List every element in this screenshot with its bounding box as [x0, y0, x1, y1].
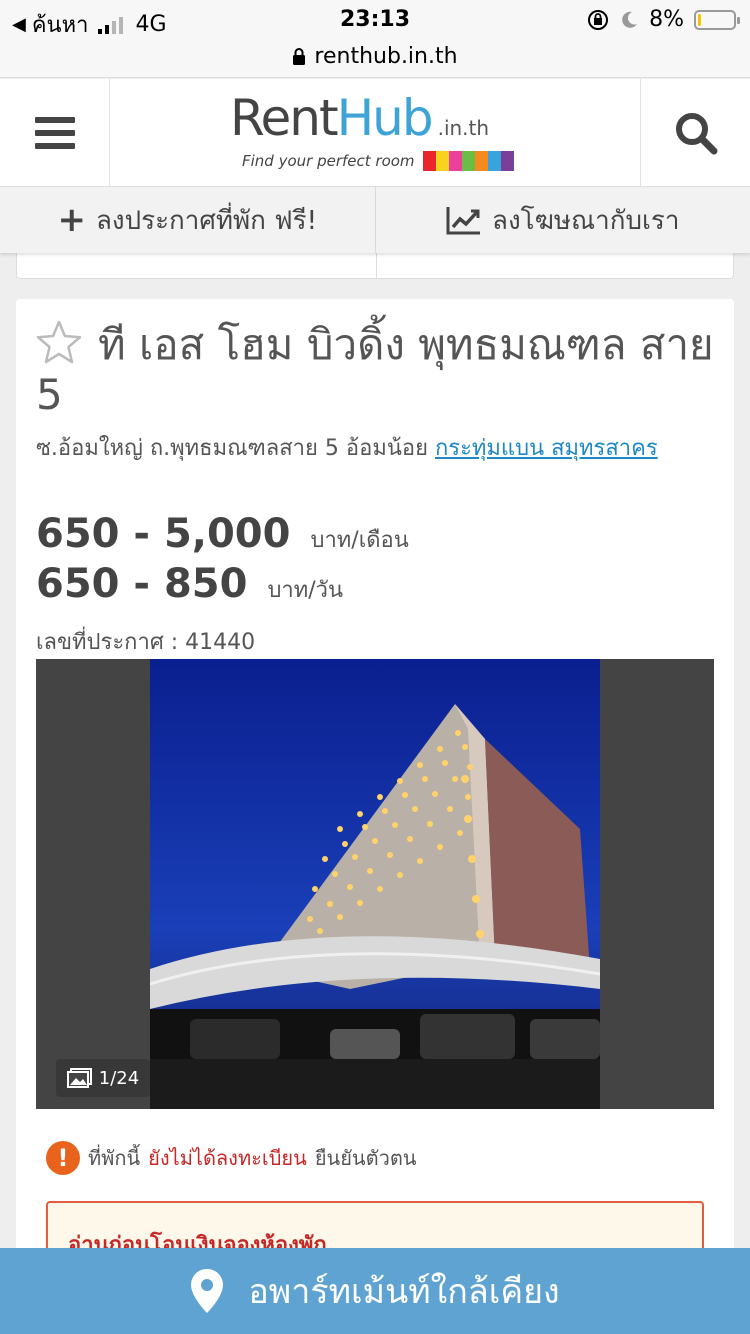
- favorite-star-icon[interactable]: [36, 319, 82, 365]
- address-text: ซ.อ้อมใหญ่ ถ.พุทธมณฑลสาย 5 อ้อมน้อย: [36, 436, 428, 461]
- photo-counter-label: 1/24: [98, 1067, 140, 1089]
- menu-button[interactable]: [0, 79, 110, 187]
- monthly-price: 650 - 5,000: [36, 511, 291, 557]
- plus-icon: +: [57, 200, 87, 240]
- verification-warning: ! ที่พักนี้ ยังไม่ได้ลงทะเบียน ยืนยันตัว…: [46, 1141, 416, 1175]
- warning-highlight: ยังไม่ได้ลงทะเบียน: [148, 1146, 307, 1170]
- search-button[interactable]: [640, 79, 750, 187]
- listing-title-row: ที เอส โฮม บิวดิ้ง พุทธมณฑล สาย 5: [36, 319, 716, 420]
- lock-icon: [293, 47, 306, 65]
- logo-color-stripes: [422, 151, 514, 171]
- hamburger-menu-icon: [34, 117, 75, 149]
- post-listing-button[interactable]: + ลงประกาศที่พัก ฟรี!: [0, 187, 375, 253]
- address-bar[interactable]: renthub.in.th: [0, 40, 750, 78]
- photo-gallery[interactable]: 1/24: [36, 659, 714, 1109]
- rotation-lock-icon: [588, 9, 609, 30]
- logo-color-stripe: [474, 151, 488, 171]
- action-bar: + ลงประกาศที่พัก ฟรี! ลงโฆษณากับเรา: [0, 187, 750, 253]
- post-listing-label: ลงประกาศที่พัก ฟรี!: [96, 205, 317, 236]
- do-not-disturb-moon-icon: [622, 11, 638, 28]
- gallery-icon: [66, 1068, 92, 1088]
- listing-card: ที เอส โฮม บิวดิ้ง พุทธมณฑล สาย 5 ซ.อ้อม…: [16, 299, 734, 1334]
- logo-tagline: Find your perfect room: [242, 152, 415, 170]
- collapsed-tabs-edge: [16, 253, 734, 279]
- listing-title: ที เอส โฮม บิวดิ้ง พุทธมณฑล สาย 5: [36, 320, 714, 419]
- logo-color-stripe: [500, 151, 514, 171]
- monthly-price-unit: บาท/เดือน: [310, 528, 409, 553]
- daily-price-unit: บาท/วัน: [267, 578, 344, 603]
- warning-suffix: ยืนยันตัวตน: [314, 1146, 417, 1170]
- listing-title-block: ที เอส โฮม บิวดิ้ง พุทธมณฑล สาย 5: [36, 319, 716, 420]
- map-pin-icon: [191, 1269, 224, 1313]
- photo-counter[interactable]: 1/24: [56, 1059, 150, 1097]
- logo-color-stripe: [448, 151, 462, 171]
- warning-prefix: ที่พักนี้: [88, 1146, 141, 1170]
- building-photo[interactable]: [150, 659, 600, 1109]
- site-header: Rent Hub .in.th Find your perfect room: [0, 79, 750, 187]
- chart-line-icon: [446, 207, 481, 235]
- exclamation-icon: !: [46, 1141, 80, 1175]
- logo-hub-text: Hub: [336, 89, 434, 147]
- monthly-price-row: 650 - 5,000 บาท/เดือน: [36, 511, 409, 557]
- advertise-label: ลงโฆษณากับเรา: [492, 205, 680, 236]
- logo-domain-text: .in.th: [437, 116, 490, 140]
- battery-percent: 8%: [649, 7, 684, 32]
- status-bar: ◀ ค้นหา 4G 23:13 8%: [0, 0, 750, 40]
- nearby-apartments-button[interactable]: อพาร์ทเม้นท์ใกล้เคียง: [0, 1248, 750, 1334]
- nearby-apartments-label: อพาร์ทเม้นท์ใกล้เคียง: [248, 1272, 560, 1312]
- daily-price: 650 - 850: [36, 561, 248, 607]
- search-icon: [675, 113, 717, 155]
- status-right: 8%: [587, 7, 740, 32]
- url-text[interactable]: renthub.in.th: [314, 44, 457, 69]
- logo-color-stripe: [422, 151, 436, 171]
- logo-color-stripe: [435, 151, 449, 171]
- advertise-button[interactable]: ลงโฆษณากับเรา: [374, 187, 750, 253]
- logo-color-stripe: [461, 151, 475, 171]
- battery-icon: [694, 9, 740, 30]
- listing-number: เลขที่ประกาศ : 41440: [36, 630, 256, 655]
- logo-color-stripe: [487, 151, 501, 171]
- site-logo[interactable]: Rent Hub .in.th Find your perfect room: [230, 89, 530, 179]
- listing-address: ซ.อ้อมใหญ่ ถ.พุทธมณฑลสาย 5 อ้อมน้อย กระท…: [36, 433, 716, 464]
- logo-rent-text: Rent: [230, 89, 339, 147]
- daily-price-row: 650 - 850 บาท/วัน: [36, 561, 343, 607]
- district-link[interactable]: กระทุ่มแบน สมุทรสาคร: [435, 436, 658, 461]
